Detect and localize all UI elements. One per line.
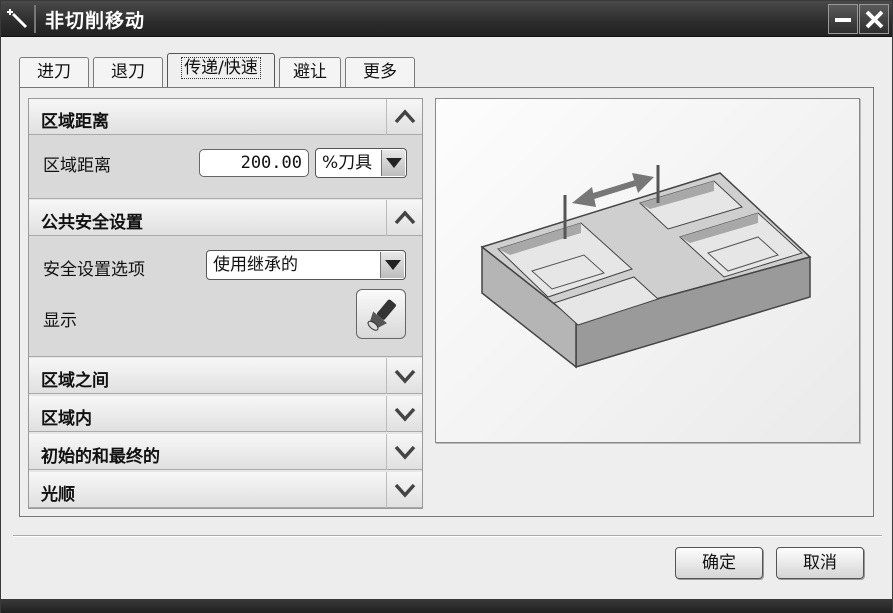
section-title: 区域之间 — [41, 371, 109, 391]
title-bar[interactable]: 非切削移动 — [1, 1, 892, 37]
region-distance-label: 区域距离 — [43, 156, 111, 176]
section-header-within-region[interactable]: 区域内 — [29, 396, 422, 432]
section-header-common-safety[interactable]: 公共安全设置 — [29, 200, 422, 236]
section-title: 初始的和最终的 — [41, 447, 160, 467]
unit-selected-value: %刀具 — [322, 153, 373, 173]
section-title: 光顺 — [41, 485, 75, 505]
preview-image — [435, 98, 860, 443]
tab-transfer-rapid[interactable]: 传递/快速 — [167, 53, 275, 88]
section-title: 公共安全设置 — [41, 213, 143, 233]
chevron-down-icon[interactable] — [386, 358, 422, 394]
tab-transfer-rapid-label: 传递/快速 — [181, 57, 261, 79]
region-distance-input[interactable]: 200.00 — [199, 149, 309, 177]
tab-more[interactable]: 更多 — [345, 57, 415, 87]
window-bottom-bar — [1, 599, 892, 613]
section-title: 区域内 — [41, 409, 92, 429]
chevron-down-icon[interactable] — [386, 434, 422, 470]
close-button[interactable] — [859, 4, 889, 34]
safety-option-select[interactable]: 使用继承的 — [206, 250, 406, 280]
tab-engage[interactable]: 进刀 — [19, 57, 89, 87]
chevron-up-icon[interactable] — [386, 99, 422, 135]
region-distance-unit-select[interactable]: %刀具 — [315, 148, 407, 178]
safety-option-selected: 使用继承的 — [213, 255, 298, 275]
dialog-window: 非切削移动 进刀 退刀 传递/快速 避让 更多 区域距离 区域距离 200.00… — [0, 0, 893, 613]
chevron-down-icon[interactable] — [381, 150, 405, 176]
section-header-region-distance[interactable]: 区域距离 — [29, 99, 422, 135]
window-title: 非切削移动 — [45, 10, 146, 32]
tab-retract[interactable]: 退刀 — [93, 57, 163, 87]
minimize-button[interactable] — [828, 4, 858, 34]
display-label: 显示 — [43, 311, 77, 331]
region-distance-illustration — [480, 165, 812, 369]
close-icon — [865, 10, 884, 29]
chevron-down-icon[interactable] — [380, 252, 404, 278]
wand-icon — [4, 5, 32, 33]
settings-panel[interactable]: 区域距离 区域距离 200.00 %刀具 公共安全设置 安全设置选项 使用继承的… — [28, 98, 423, 509]
ok-button[interactable]: 确定 — [675, 547, 763, 579]
divider — [13, 535, 882, 537]
tab-avoidance[interactable]: 避让 — [279, 57, 341, 87]
chevron-up-icon[interactable] — [386, 200, 422, 236]
safety-option-label: 安全设置选项 — [43, 260, 145, 280]
section-header-between-regions[interactable]: 区域之间 — [29, 358, 422, 394]
cancel-button[interactable]: 取消 — [776, 547, 864, 579]
section-title: 区域距离 — [41, 112, 109, 132]
flashlight-icon — [367, 299, 396, 331]
chevron-down-icon[interactable] — [386, 396, 422, 432]
section-body-region-distance: 区域距离 200.00 %刀具 — [29, 135, 422, 199]
section-header-initial-final[interactable]: 初始的和最终的 — [29, 434, 422, 470]
section-header-smooth[interactable]: 光顺 — [29, 472, 422, 508]
title-separator — [34, 5, 36, 33]
display-button[interactable] — [356, 289, 406, 339]
chevron-down-icon[interactable] — [386, 472, 422, 508]
